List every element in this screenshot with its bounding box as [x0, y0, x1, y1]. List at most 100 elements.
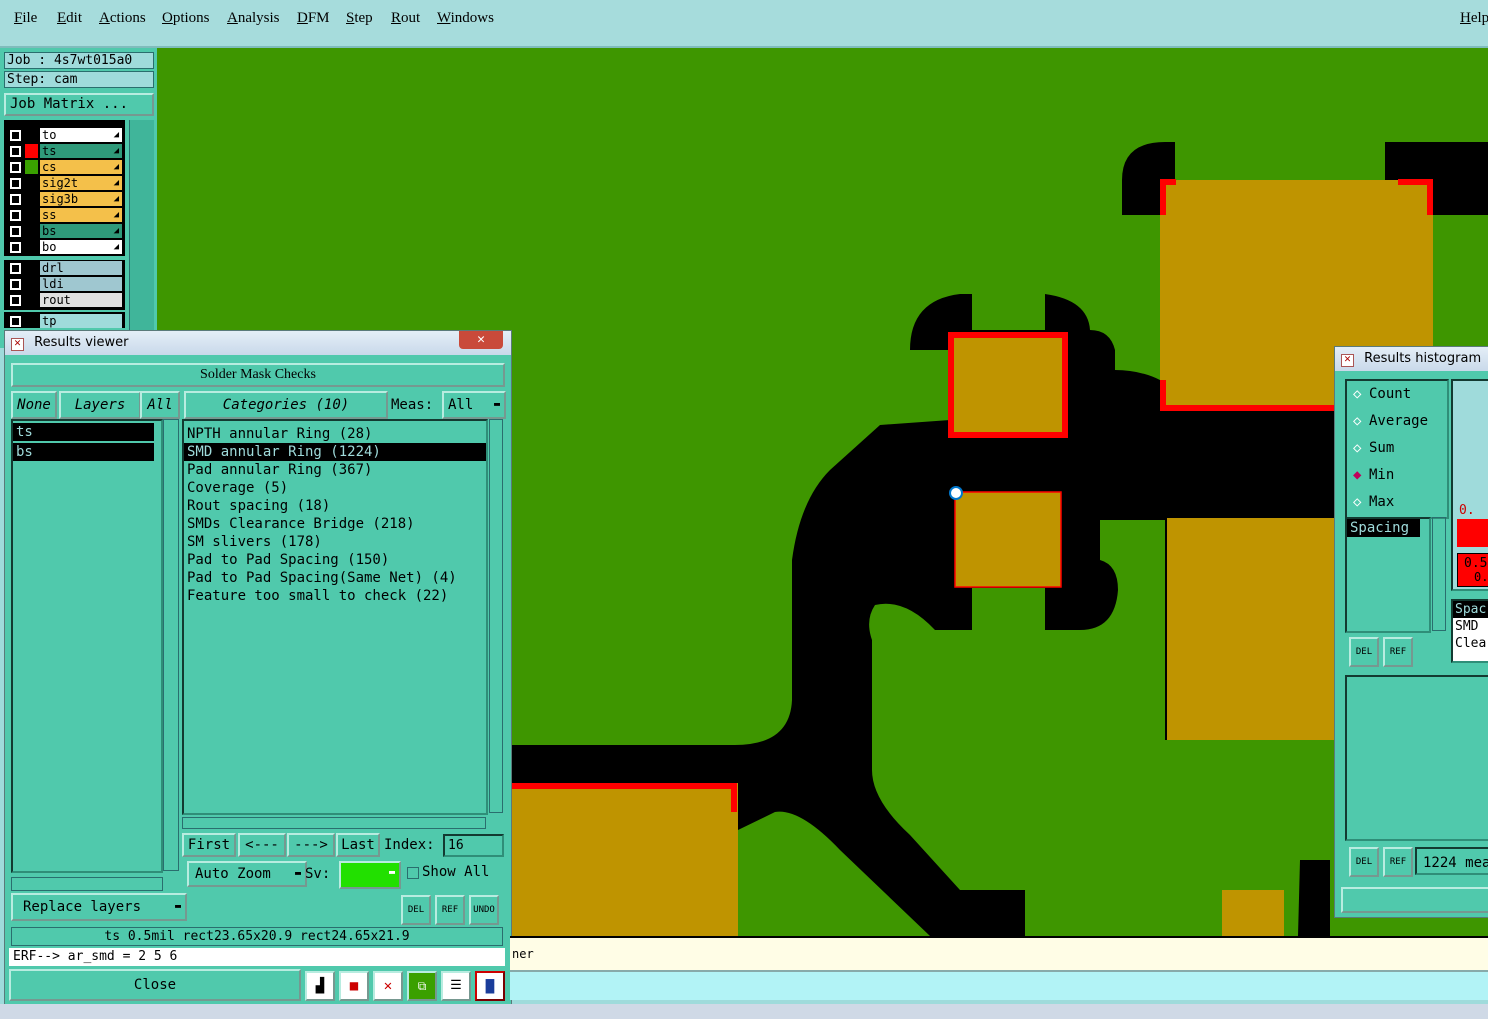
- layer-checkbox[interactable]: [10, 242, 21, 253]
- stat-option-max[interactable]: ◇ Max: [1347, 489, 1447, 516]
- layer-row[interactable]: drl: [8, 261, 124, 275]
- menu-analysis[interactable]: Analysis: [227, 10, 280, 27]
- menu-dfm[interactable]: DFM: [297, 10, 330, 27]
- layer-list-hscrollbar[interactable]: [11, 877, 163, 891]
- layer-row[interactable]: sig3b ◢: [8, 192, 124, 206]
- layer-checkbox[interactable]: [10, 162, 21, 173]
- radio-diamond-icon[interactable]: ◇: [1353, 435, 1369, 462]
- category-item[interactable]: SMD annular Ring (1224): [184, 443, 486, 461]
- layer-scrollbar[interactable]: [129, 120, 154, 346]
- undo-button[interactable]: UNDO: [469, 895, 499, 925]
- category-item[interactable]: Pad annular Ring (367): [184, 461, 486, 479]
- category-item[interactable]: Rout spacing (18): [184, 497, 486, 515]
- job-matrix-button[interactable]: Job Matrix ...: [4, 93, 154, 116]
- layer-checkbox[interactable]: [10, 226, 21, 237]
- hist-del-button-2[interactable]: DEL: [1349, 847, 1379, 877]
- menu-actions[interactable]: Actions: [99, 10, 146, 27]
- layer-list-item-bs[interactable]: bs: [13, 443, 154, 461]
- histogram-titlebar[interactable]: ✕ Results histogram: [1335, 347, 1488, 371]
- layer-name[interactable]: tp: [40, 314, 122, 328]
- menu-options[interactable]: Options: [162, 10, 210, 27]
- radio-diamond-icon[interactable]: ◇: [1353, 489, 1369, 516]
- category-item[interactable]: NPTH annular Ring (28): [184, 425, 486, 443]
- categories-hscrollbar[interactable]: [182, 817, 486, 829]
- layer-checkbox[interactable]: [10, 316, 21, 327]
- histogram-tool-icon[interactable]: ▟: [305, 971, 335, 1001]
- all-button[interactable]: All: [140, 391, 180, 419]
- layer-checkbox[interactable]: [10, 130, 21, 141]
- detail-item-1[interactable]: Spac: [1453, 601, 1488, 618]
- copy-icon[interactable]: ⧉: [407, 971, 437, 1001]
- layer-checkbox[interactable]: [10, 295, 21, 306]
- category-item[interactable]: SMDs Clearance Bridge (218): [184, 515, 486, 533]
- bar-chart-icon[interactable]: ▇: [475, 971, 505, 1001]
- last-button[interactable]: Last: [336, 833, 380, 857]
- stat-option-average[interactable]: ◇ Average: [1347, 408, 1447, 435]
- layer-checkbox[interactable]: [10, 146, 21, 157]
- first-button[interactable]: First: [182, 833, 236, 857]
- category-item[interactable]: Pad to Pad Spacing (150): [184, 551, 486, 569]
- replace-layers-select[interactable]: Replace layers ▬: [11, 893, 187, 921]
- command-line[interactable]: [510, 970, 1488, 1000]
- notes-icon[interactable]: ☰: [441, 971, 471, 1001]
- hist-ref-button[interactable]: REF: [1383, 637, 1413, 667]
- layer-list-scrollbar[interactable]: [163, 419, 179, 871]
- layer-name[interactable]: sig2t ◢: [40, 176, 122, 190]
- next-button[interactable]: --->: [287, 833, 335, 857]
- menu-help[interactable]: Help: [1460, 10, 1488, 27]
- severity-select[interactable]: ▬: [339, 861, 401, 889]
- radio-diamond-icon[interactable]: ◇: [1353, 381, 1369, 408]
- layer-name[interactable]: to ◢: [40, 128, 122, 142]
- auto-zoom-select[interactable]: Auto Zoom ▬: [187, 861, 307, 887]
- stat-option-count[interactable]: ◇ Count: [1347, 381, 1447, 408]
- meas-select[interactable]: All ▬: [442, 391, 506, 419]
- categories-button[interactable]: Categories (10): [184, 391, 388, 419]
- results-viewer-titlebar[interactable]: ✕ Results viewer: [5, 331, 511, 355]
- layer-row[interactable]: bs ◢: [8, 224, 124, 238]
- layer-checkbox[interactable]: [10, 194, 21, 205]
- delete-results-icon[interactable]: ✕: [373, 971, 403, 1001]
- stat-option-min[interactable]: ◆ Min: [1347, 462, 1447, 489]
- layer-row[interactable]: to ◢: [8, 128, 124, 142]
- report-icon[interactable]: ■: [339, 971, 369, 1001]
- layer-row[interactable]: sig2t ◢: [8, 176, 124, 190]
- radio-diamond-icon[interactable]: ◇: [1353, 408, 1369, 435]
- histogram-list-scrollbar[interactable]: [1432, 517, 1446, 631]
- layer-name[interactable]: sig3b ◢: [40, 192, 122, 206]
- index-input[interactable]: 16: [443, 834, 504, 857]
- category-item[interactable]: Feature too small to check (22): [184, 587, 486, 605]
- layers-button[interactable]: Layers: [59, 391, 141, 419]
- prev-button[interactable]: <---: [238, 833, 286, 857]
- menu-rout[interactable]: Rout: [391, 10, 420, 27]
- close-window-icon[interactable]: ✕: [459, 331, 503, 349]
- detail-item-2[interactable]: SMD: [1453, 618, 1488, 635]
- layer-name[interactable]: rout: [40, 293, 122, 307]
- layer-row[interactable]: rout: [8, 293, 124, 307]
- layer-row[interactable]: ts ◢: [8, 144, 124, 158]
- category-item[interactable]: Pad to Pad Spacing(Same Net) (4): [184, 569, 486, 587]
- layer-name[interactable]: bs ◢: [40, 224, 122, 238]
- layer-name[interactable]: ss ◢: [40, 208, 122, 222]
- hist-ref-button-2[interactable]: REF: [1383, 847, 1413, 877]
- layer-row[interactable]: tp: [8, 314, 124, 328]
- layer-name[interactable]: cs ◢: [40, 160, 122, 174]
- layer-name[interactable]: ldi: [40, 277, 122, 291]
- radio-diamond-icon[interactable]: ◆: [1353, 462, 1369, 489]
- layer-row[interactable]: ldi: [8, 277, 124, 291]
- layer-row[interactable]: cs ◢: [8, 160, 124, 174]
- menu-file[interactable]: File: [14, 10, 37, 27]
- layer-name[interactable]: bo ◢: [40, 240, 122, 254]
- category-item[interactable]: SM slivers (178): [184, 533, 486, 551]
- menu-step[interactable]: Step: [346, 10, 373, 27]
- menu-windows[interactable]: Windows: [437, 10, 494, 27]
- layer-row[interactable]: bo ◢: [8, 240, 124, 254]
- ref-button[interactable]: REF: [435, 895, 465, 925]
- category-item[interactable]: Coverage (5): [184, 479, 486, 497]
- menu-edit[interactable]: Edit: [57, 10, 82, 27]
- layer-checkbox[interactable]: [10, 210, 21, 221]
- hist-del-button[interactable]: DEL: [1349, 637, 1379, 667]
- categories-scrollbar[interactable]: [489, 419, 503, 813]
- none-button[interactable]: None: [11, 391, 57, 419]
- histogram-list-item[interactable]: Spacing: [1347, 519, 1420, 537]
- layer-name[interactable]: drl: [40, 261, 122, 275]
